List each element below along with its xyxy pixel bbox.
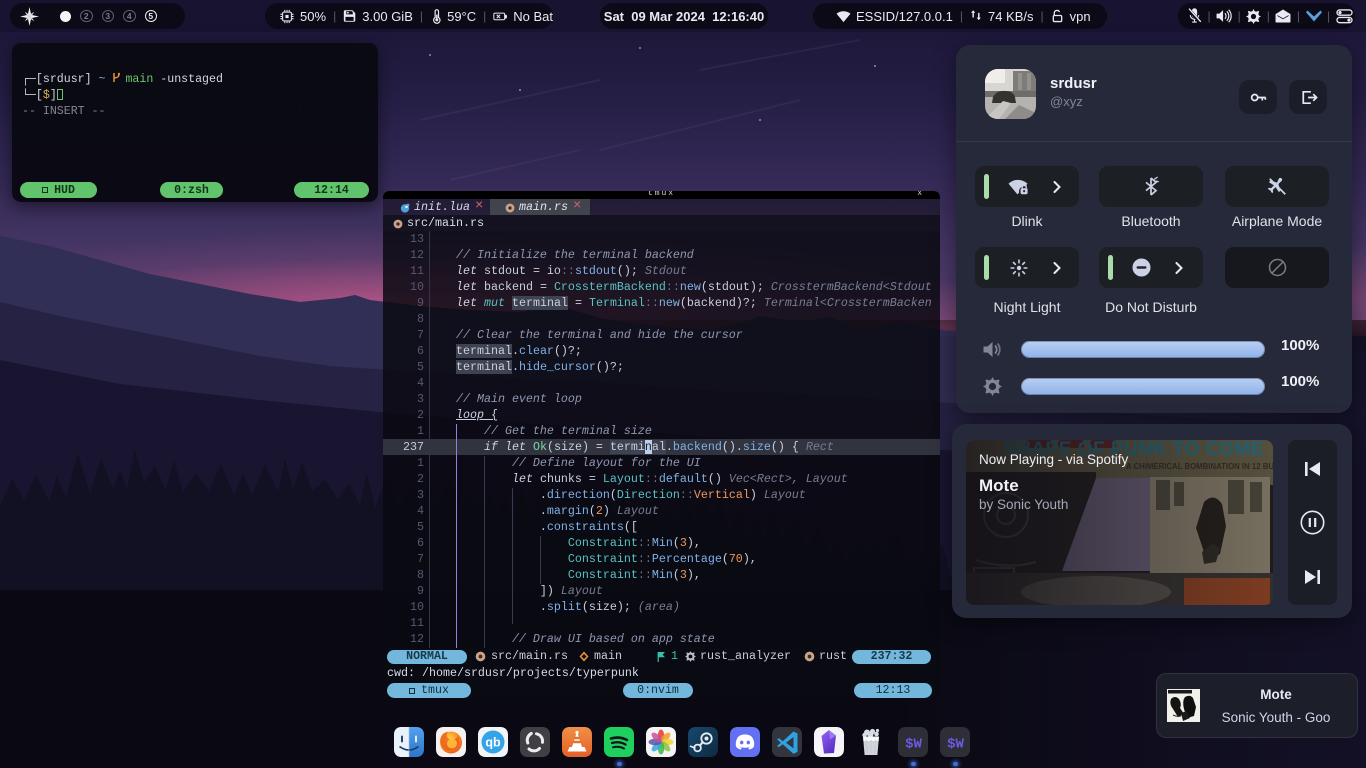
svg-text:$W: $W bbox=[947, 737, 964, 753]
svg-text:qb: qb bbox=[485, 736, 501, 750]
svg-text:$W: $W bbox=[905, 737, 922, 753]
